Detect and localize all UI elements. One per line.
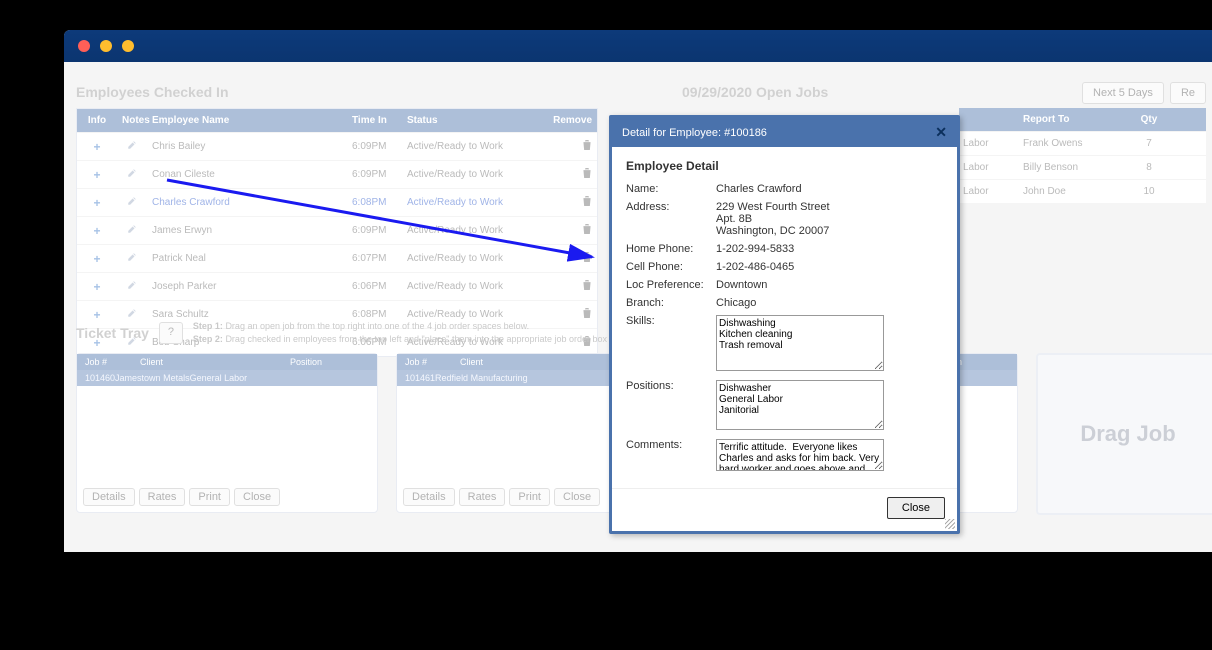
label-home-phone: Home Phone:: [626, 243, 716, 255]
modal-title-text: Detail for Employee: #100186: [622, 127, 767, 139]
value-home-phone: 1-202-994-5833: [716, 243, 943, 255]
value-cell-phone: 1-202-486-0465: [716, 261, 943, 273]
label-positions: Positions:: [626, 380, 716, 392]
employee-detail-modal: Detail for Employee: #100186 ✕ Employee …: [609, 115, 960, 534]
app-window: Employees Checked In 09/29/2020 Open Job…: [64, 30, 1212, 552]
label-branch: Branch:: [626, 297, 716, 309]
window-zoom-icon[interactable]: [122, 40, 134, 52]
label-name: Name:: [626, 183, 716, 195]
window-titlebar: [64, 30, 1212, 62]
label-skills: Skills:: [626, 315, 716, 327]
value-address: 229 West Fourth StreetApt. 8BWashington,…: [716, 201, 943, 237]
value-name: Charles Crawford: [716, 183, 943, 195]
window-close-icon[interactable]: [78, 40, 90, 52]
positions-textarea[interactable]: [716, 380, 884, 430]
label-address: Address:: [626, 201, 716, 213]
label-comments: Comments:: [626, 439, 716, 451]
skills-textarea[interactable]: [716, 315, 884, 371]
modal-close-icon[interactable]: ✕: [935, 124, 947, 141]
value-loc-pref: Downtown: [716, 279, 943, 291]
modal-heading: Employee Detail: [626, 159, 943, 173]
comments-textarea[interactable]: [716, 439, 884, 471]
modal-close-button[interactable]: Close: [887, 497, 945, 519]
modal-titlebar[interactable]: Detail for Employee: #100186 ✕: [612, 118, 957, 147]
label-cell-phone: Cell Phone:: [626, 261, 716, 273]
label-loc-pref: Loc Preference:: [626, 279, 716, 291]
value-branch: Chicago: [716, 297, 943, 309]
window-minimize-icon[interactable]: [100, 40, 112, 52]
resize-grip-icon[interactable]: [945, 519, 955, 529]
